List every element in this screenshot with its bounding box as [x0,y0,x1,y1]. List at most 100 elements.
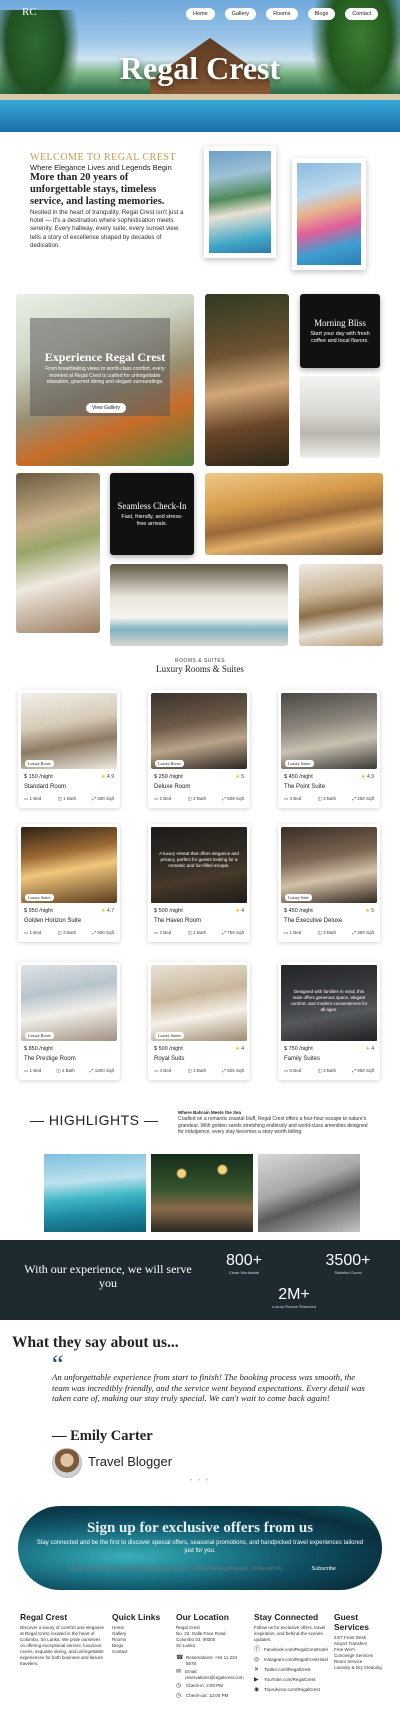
nav-home[interactable]: Home [186,8,215,20]
room-card[interactable]: Luxury Room $ 850 /night The Prestige Room… [18,962,120,1080]
instagram-link[interactable]: Instagram.com/RegalCrestHotel [264,1657,328,1663]
welcome-headline: More than 20 years of unforgettable stay… [30,172,165,207]
room-rating: ★ 4.9 [101,774,114,780]
guest-photo-frame [292,158,366,270]
mail-icon: ✉ [176,1669,182,1675]
room-card[interactable]: A luxury retreat that offers elegance an… [148,824,250,942]
stat-number: 2M+ [278,1286,310,1303]
bath-count: 4 Bath [61,1068,75,1073]
footer-address: Regal Crest No. 23, Galle Face Road Colo… [176,1625,226,1648]
room-meta: ▭ 3 Bed ◫ 3 Bath ⤢ 250 Sqft [284,796,374,802]
room-name: The Executive Deluxe [284,918,343,924]
restaurant-photo [299,564,383,646]
nav-blogs[interactable]: Blogs [307,8,336,20]
hero-banner: RC Home Gallery Rooms Blogs Contact Rega… [0,0,400,132]
footer: Regal Crest Discover a luxury of comfort… [0,1612,400,1722]
contact-phone[interactable]: ☎ Reservations: +94 11 234 5678 [176,1655,248,1666]
clock-icon: ◷ [176,1693,182,1699]
room-photo [151,693,247,769]
size-info: ⤢ 350 Sqft [352,930,374,935]
room-card[interactable]: Luxury Room $ 150 /night ★ 4.9 Standard Roo… [18,690,120,808]
footer-brand: Regal Crest Discover a luxury of comfort… [20,1612,106,1667]
room-price: $ 850 /night [24,1046,53,1052]
service-item: Laundry & Dry Cleaning [334,1665,382,1670]
nav-gallery[interactable]: Gallery [224,8,257,20]
avatar [52,1448,82,1478]
stats-lead: With our experience, we will serve you [24,1262,192,1290]
star-icon: ★ [361,774,366,780]
room-hover-overlay: A luxury retreat that offers elegance an… [151,827,247,903]
view-gallery-button[interactable]: View Gallery [86,403,126,413]
size-info: ⤢ 950 Sqft [352,1068,374,1073]
room-price: $ 500 /night [154,1046,183,1052]
star-icon: ★ [235,908,240,914]
room-card[interactable]: Luxury Suites $ 950 /night ★ 4.7 Golden Hor… [18,824,120,942]
logo[interactable]: RC [22,6,37,18]
room-rating: ★ 4.9 [361,774,374,780]
nav-contact[interactable]: Contact [345,8,379,20]
bath-count: 3 Bath [323,930,337,935]
carousel-dots[interactable]: • • • [0,1478,400,1484]
room-size: 500 Sqft [227,796,244,801]
footer-social-title: Stay Connected [254,1612,319,1622]
social-youtube[interactable]: ▶ YouTube.com/RegalCrest [254,1677,330,1684]
bath-info: ◫ 4 Bath [56,1068,75,1073]
tripadvisor-link[interactable]: TripAdvisor.com/RegalCrest [264,1687,320,1693]
contact-email[interactable]: ✉ Email: reservations@regalcrest.com [176,1669,248,1680]
bed-count: 2 Bed [159,930,172,935]
bath-count: 3 Bath [63,930,77,935]
stat-caption: Satisfied Guest [334,1270,362,1275]
social-facebook[interactable]: ⓕ Facebook.com/RegalCrestHotel [254,1647,330,1654]
room-size: 1300 Sqft [94,1068,114,1073]
room-card[interactable]: Luxury Room $ 250 /night ★ 5 Deluxe Room ▭ 2… [148,690,250,808]
room-card[interactable]: Luxury Suite $ 450 /night ★ 5 The Executive… [278,824,380,942]
room-meta: ▭ 1 Bed ◫ 3 Bath ⤢ 350 Sqft [284,930,374,936]
room-meta: ▭ 1 Bed ◫ 3 Bath ⤢ 900 Sqft [24,930,114,936]
facebook-link[interactable]: Facebook.com/RegalCrestHotel [264,1647,328,1653]
room-size: 950 Sqft [357,1068,374,1073]
phone-icon: ☎ [176,1655,184,1661]
room-photo [21,693,117,769]
social-instagram[interactable]: ◎ Instagram.com/RegalCrestHotel [254,1657,330,1664]
room-hover-overlay: Designed with families in mind, this sui… [281,965,377,1041]
room-price: $ 250 /night [154,774,183,780]
room-card[interactable]: Luxury Suites $ 450 /night ★ 4.9 The Point … [278,690,380,808]
social-twitter[interactable]: ✕ Twitter.com/RegalCrest [254,1667,330,1674]
twitter-link[interactable]: Twitter.com/RegalCrest [264,1667,311,1673]
size-info: ⤢ 1300 Sqft [89,1068,114,1073]
hero-title: Regal Crest [119,50,281,86]
size-info: ⤢ 900 Sqft [92,930,114,935]
room-price: $ 450 /night [284,908,313,914]
room-name: Deluxe Room [154,784,191,790]
bed-count: 2 Bed [159,796,172,801]
morning-bliss-desc: Start your day with fresh coffee and loc… [310,330,370,344]
stat-reserved: 2M+ Luxury Rooms Reserved [262,1286,326,1309]
villa-photo-frame [204,146,276,258]
room-tag: Luxury Room [155,760,184,767]
youtube-link[interactable]: YouTube.com/RegalCrest [264,1677,315,1683]
bath-count: 3 Bath [323,796,337,801]
bed-info: ▭ 2 Bed [154,930,172,935]
testimonial-name: — Emily Carter [52,1428,153,1444]
footer-brand-desc: Discover a luxury of comfort and eleganc… [20,1625,105,1666]
bath-count: 2 Bath [193,796,207,801]
signup-title: Sign up for exclusive offers from us [86,1520,314,1536]
room-card[interactable]: Luxury Suites $ 500 /night ★ 4 Royal Suits ▭… [148,962,250,1080]
breakfast-photo [110,564,288,646]
nav-rooms[interactable]: Rooms [266,8,298,20]
room-card[interactable]: Designed with families in mind, this sui… [278,962,380,1080]
bed-count: 5 Bed [289,1068,302,1073]
room-photo [281,827,377,903]
bath-info: ◫ 3 Bath [317,796,337,801]
social-tripadvisor[interactable]: ◉ TripAdvisor.com/RegalCrest [254,1687,330,1694]
rating-value: 4 [241,908,244,914]
size-info: ⤢ 250 Sqft [352,796,374,801]
testimonial-text: An unforgettable experience from start t… [52,1372,365,1403]
footer-link-contact[interactable]: Contact [112,1649,162,1655]
room-size: 825 Sqft [227,1068,244,1073]
email-input[interactable] [68,1566,282,1572]
room-meta: ▭ 4 Bed ◫ 3 Bath ⤢ 825 Sqft [154,1068,244,1074]
size-info: ⤢ 300 Sqft [92,796,114,801]
youtube-icon: ▶ [254,1677,259,1683]
subscribe-button[interactable]: Subscribe [312,1566,336,1572]
